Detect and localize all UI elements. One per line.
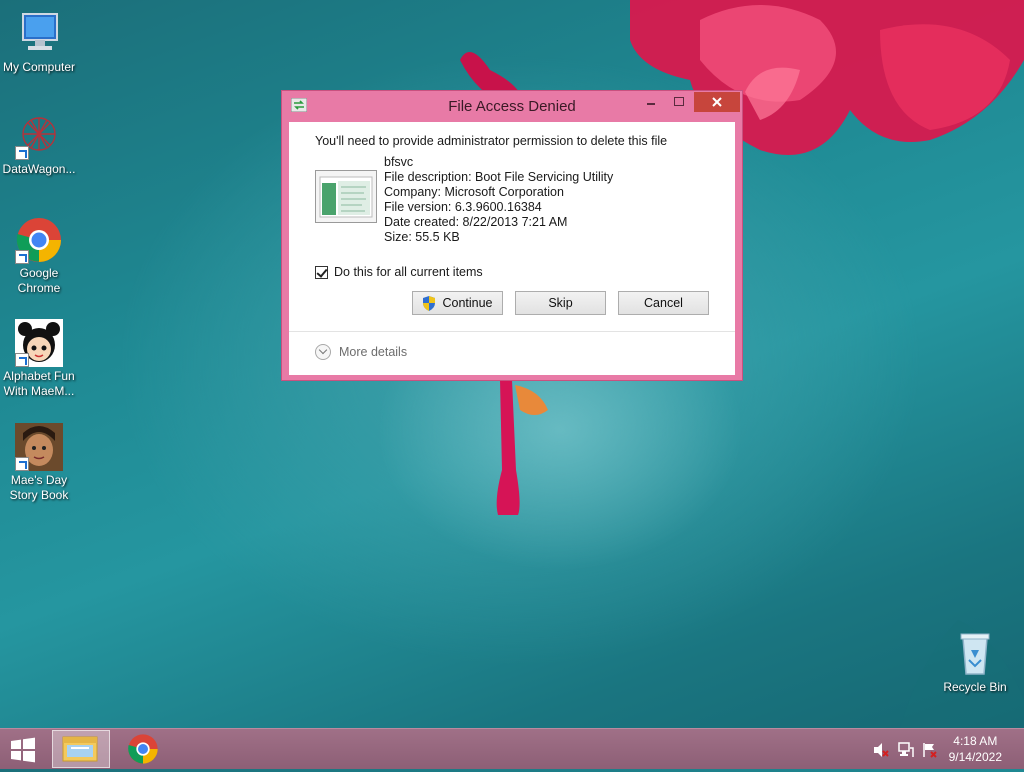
- chrome-icon[interactable]: [127, 733, 159, 765]
- datawagon-icon: [15, 112, 63, 160]
- minimize-icon: [647, 103, 655, 105]
- close-button[interactable]: [694, 92, 740, 112]
- dialog-titlebar[interactable]: File Access Denied: [282, 91, 742, 121]
- cancel-button-label: Cancel: [644, 296, 683, 310]
- file-description: File description: Boot File Servicing Ut…: [384, 170, 614, 184]
- desktop-icon-maes-day[interactable]: Mae's Day Story Book: [0, 423, 78, 503]
- skip-button-label: Skip: [548, 296, 573, 310]
- permission-message: You'll need to provide administrator per…: [315, 134, 668, 148]
- file-size: Size: 55.5 KB: [384, 230, 460, 244]
- desktop-icon-label: Recycle Bin: [943, 680, 1007, 694]
- computer-icon: [15, 10, 63, 58]
- shortcut-arrow-icon: [15, 353, 29, 367]
- desktop-icon-my-computer[interactable]: My Computer: [0, 10, 78, 75]
- action-center-flag-icon[interactable]: [922, 742, 938, 758]
- more-details-label: More details: [339, 345, 408, 359]
- maximize-icon: [674, 97, 684, 106]
- desktop-icon-label: DataWagon...: [2, 162, 76, 176]
- minimize-button[interactable]: [638, 92, 664, 112]
- chrome-icon: [15, 216, 63, 264]
- windows-start-icon[interactable]: [8, 737, 38, 763]
- file-name: bfsvc: [384, 155, 414, 169]
- network-icon[interactable]: [898, 742, 914, 758]
- shortcut-arrow-icon: [15, 146, 29, 160]
- child-photo-icon: [15, 423, 63, 471]
- desktop-icon-alphabet-fun[interactable]: Alphabet Fun With MaeM...: [0, 319, 78, 399]
- skip-button[interactable]: Skip: [515, 291, 606, 315]
- desktop-icon-google-chrome[interactable]: Google Chrome: [0, 216, 78, 296]
- desktop-icon-datawagon[interactable]: DataWagon...: [0, 112, 78, 177]
- close-icon: [712, 97, 722, 107]
- desktop-icon-label: Google Chrome: [17, 266, 61, 295]
- desktop-icon-label: Alphabet Fun With MaeM...: [3, 369, 75, 398]
- desktop-icon-recycle-bin[interactable]: Recycle Bin: [936, 630, 1014, 695]
- file-date-created: Date created: 8/22/2013 7:21 AM: [384, 215, 568, 229]
- uac-shield-icon: [423, 295, 436, 311]
- shortcut-arrow-icon: [15, 457, 29, 471]
- chevron-down-icon: [315, 344, 331, 360]
- continue-button[interactable]: Continue: [412, 291, 503, 315]
- clock-time: 4:18 AM: [953, 734, 998, 748]
- file-version: File version: 6.3.9600.16384: [384, 200, 542, 214]
- apply-to-all-label[interactable]: Do this for all current items: [334, 265, 483, 279]
- taskbar-clock[interactable]: 4:18 AM 9/14/2022: [949, 733, 1002, 765]
- apply-to-all-row: Do this for all current items: [315, 265, 483, 279]
- dialog-body: You'll need to provide administrator per…: [289, 122, 735, 375]
- divider: [289, 331, 735, 332]
- desktop-icon-label: My Computer: [2, 60, 76, 74]
- recycle-bin-icon: [951, 630, 999, 678]
- desktop-icon-label: Mae's Day Story Book: [9, 473, 69, 502]
- taskbar: 4:18 AM 9/14/2022: [0, 728, 1024, 769]
- file-explorer-icon: [62, 736, 98, 762]
- file-access-denied-dialog: File Access Denied You'll need to provid…: [281, 90, 743, 381]
- more-details-toggle[interactable]: More details: [315, 344, 407, 360]
- clock-date: 9/14/2022: [948, 750, 1002, 764]
- speaker-muted-icon[interactable]: [873, 742, 889, 758]
- file-company: Company: Microsoft Corporation: [384, 185, 564, 199]
- shortcut-arrow-icon: [15, 250, 29, 264]
- continue-button-label: Continue: [442, 296, 493, 310]
- apply-to-all-checkbox[interactable]: [315, 265, 328, 279]
- cancel-button[interactable]: Cancel: [618, 291, 709, 315]
- file-thumbnail: [315, 170, 377, 223]
- cartoon-girl-icon: [15, 319, 63, 367]
- maximize-button[interactable]: [666, 92, 692, 112]
- file-info: bfsvc File description: Boot File Servic…: [384, 155, 613, 245]
- checkmark-icon: [316, 265, 328, 278]
- taskbar-file-explorer-button[interactable]: [52, 730, 110, 768]
